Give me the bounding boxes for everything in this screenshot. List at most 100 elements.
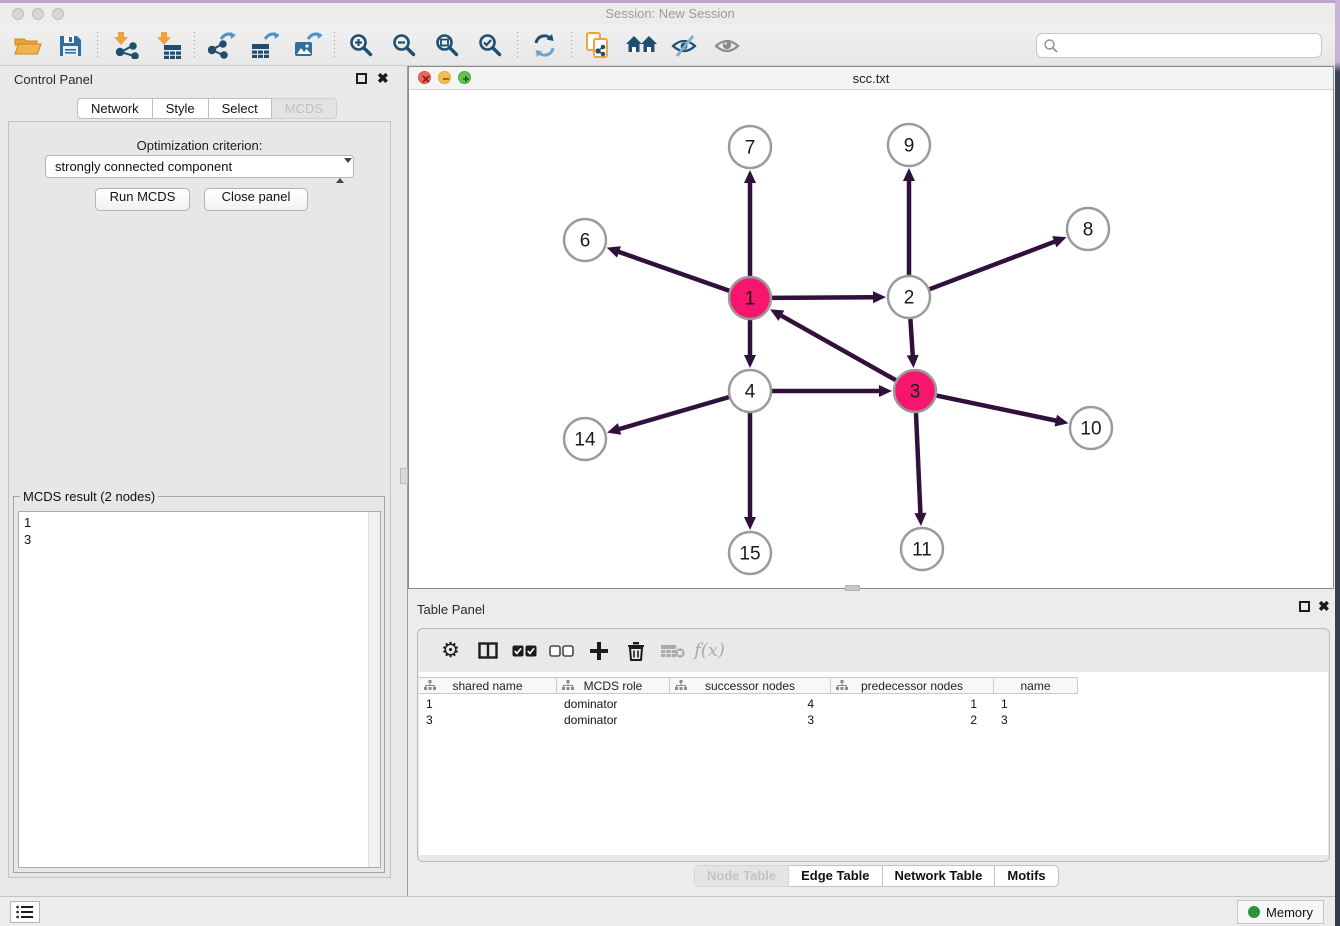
table-toolbar: ⚙: [418, 629, 1329, 672]
tab-style[interactable]: Style: [153, 98, 209, 119]
edge-2-8[interactable]: [930, 241, 1057, 289]
criterion-dropdown[interactable]: strongly connected component: [45, 155, 354, 178]
column-header-shared-name[interactable]: shared name: [419, 678, 557, 693]
import-network-button[interactable]: [103, 29, 146, 63]
tab-select[interactable]: Select: [209, 98, 272, 119]
splitter-grabber[interactable]: [400, 468, 408, 484]
arrowhead-2-3: [907, 355, 919, 368]
cell-predecessor-nodes[interactable]: 1: [831, 696, 994, 712]
result-scrollbar[interactable]: [368, 512, 380, 867]
toolbar-separator: [334, 32, 335, 60]
table-row[interactable]: 1 dominator 4 1 1: [419, 696, 1078, 712]
show-all-button[interactable]: [706, 29, 749, 63]
run-mcds-button[interactable]: Run MCDS: [95, 188, 190, 211]
network-canvas[interactable]: 7968124314101511: [409, 90, 1333, 588]
search-input[interactable]: [1059, 36, 1321, 56]
tab-network-table[interactable]: Network Table: [883, 865, 996, 887]
select-all-rows-button[interactable]: [506, 636, 543, 666]
hierarchy-icon: [836, 680, 848, 692]
tab-node-table[interactable]: Node Table: [694, 865, 789, 887]
export-table-button[interactable]: [243, 29, 286, 63]
column-header-name[interactable]: name: [994, 678, 1078, 693]
cell-successor-nodes[interactable]: 4: [670, 696, 831, 712]
zoom-fit-icon: [435, 33, 460, 58]
horizontal-splitter-grabber[interactable]: [845, 585, 860, 591]
float-panel-icon[interactable]: [356, 73, 367, 84]
edge-3-10[interactable]: [937, 396, 1058, 421]
table-row[interactable]: 3 dominator 3 2 3: [419, 712, 1078, 728]
close-table-panel-icon[interactable]: ✖: [1318, 598, 1330, 614]
window-top-border: [0, 0, 1340, 3]
fx-icon: f(x): [694, 640, 725, 661]
cell-name[interactable]: 3: [994, 712, 1078, 728]
main-toolbar: [0, 26, 1340, 66]
show-columns-button[interactable]: [469, 636, 506, 666]
tab-network[interactable]: Network: [77, 98, 153, 119]
edge-4-14[interactable]: [618, 397, 729, 429]
open-session-button[interactable]: [6, 29, 49, 63]
cell-successor-nodes[interactable]: 3: [670, 712, 831, 728]
arrowhead-3-11: [914, 513, 926, 526]
export-image-button[interactable]: [286, 29, 329, 63]
mcds-result-title: MCDS result (2 nodes): [20, 489, 158, 504]
zoom-selected-button[interactable]: [469, 29, 512, 63]
add-column-button[interactable]: [580, 636, 617, 666]
edge-1-2[interactable]: [772, 297, 875, 298]
cell-name[interactable]: 1: [994, 696, 1078, 712]
zoom-in-button[interactable]: [340, 29, 383, 63]
search-icon: [1043, 38, 1059, 54]
hide-selected-button[interactable]: [663, 29, 706, 63]
deselect-all-rows-button[interactable]: [543, 636, 580, 666]
edge-3-11[interactable]: [916, 413, 921, 515]
dropdown-stepper-icon: [336, 160, 345, 174]
export-network-button[interactable]: [200, 29, 243, 63]
first-neighbors-button[interactable]: [620, 29, 663, 63]
memory-button[interactable]: Memory: [1237, 900, 1324, 924]
delete-table-icon: [661, 643, 685, 659]
edge-2-3[interactable]: [910, 319, 912, 357]
node-label-8: 8: [1083, 220, 1094, 241]
table-settings-button[interactable]: ⚙: [432, 636, 469, 666]
table-header-row: shared name MCDS role successor nodes pr…: [419, 677, 1078, 694]
homes-icon: [626, 34, 657, 57]
zoom-out-button[interactable]: [383, 29, 426, 63]
node-table: shared name MCDS role successor nodes pr…: [419, 672, 1328, 855]
tab-mcds[interactable]: MCDS: [272, 98, 337, 119]
task-history-button[interactable]: [10, 901, 40, 923]
cell-mcds-role[interactable]: dominator: [557, 696, 670, 712]
close-panel-icon[interactable]: ✖: [377, 70, 389, 86]
cell-shared-name[interactable]: 3: [419, 712, 557, 728]
column-header-successor-nodes[interactable]: successor nodes: [670, 678, 831, 693]
result-line: 1: [24, 514, 380, 531]
columns-icon: [478, 642, 498, 659]
arrowhead-1-7: [744, 170, 756, 183]
cell-predecessor-nodes[interactable]: 2: [831, 712, 994, 728]
control-panel-header: Control Panel ✖: [0, 70, 400, 90]
network-titlebar[interactable]: scc.txt: [409, 67, 1333, 90]
float-table-panel-icon[interactable]: [1299, 601, 1310, 612]
edge-3-1[interactable]: [780, 315, 896, 381]
clone-network-button[interactable]: [577, 29, 620, 63]
close-panel-button[interactable]: Close panel: [204, 188, 308, 211]
zoom-fit-button[interactable]: [426, 29, 469, 63]
tab-motifs[interactable]: Motifs: [995, 865, 1058, 887]
refresh-button[interactable]: [523, 29, 566, 63]
save-session-button[interactable]: [49, 29, 92, 63]
cell-mcds-role[interactable]: dominator: [557, 712, 670, 728]
mcds-result-text[interactable]: 1 3: [18, 511, 381, 868]
result-line: 3: [24, 531, 380, 548]
vertical-splitter[interactable]: [400, 66, 408, 896]
tab-edge-table[interactable]: Edge Table: [789, 865, 882, 887]
app-titlebar: Session: New Session: [0, 0, 1340, 26]
gear-icon: ⚙: [441, 640, 460, 661]
delete-column-button[interactable]: [617, 636, 654, 666]
toolbar-separator: [517, 32, 518, 60]
toolbar-separator: [97, 32, 98, 60]
table-panel-header: Table Panel ✖: [408, 600, 1334, 620]
import-table-button[interactable]: [146, 29, 189, 63]
cell-shared-name[interactable]: 1: [419, 696, 557, 712]
column-header-mcds-role[interactable]: MCDS role: [557, 678, 670, 693]
edge-1-6[interactable]: [617, 251, 729, 290]
column-header-predecessor-nodes[interactable]: predecessor nodes: [831, 678, 994, 693]
node-label-7: 7: [745, 138, 756, 159]
